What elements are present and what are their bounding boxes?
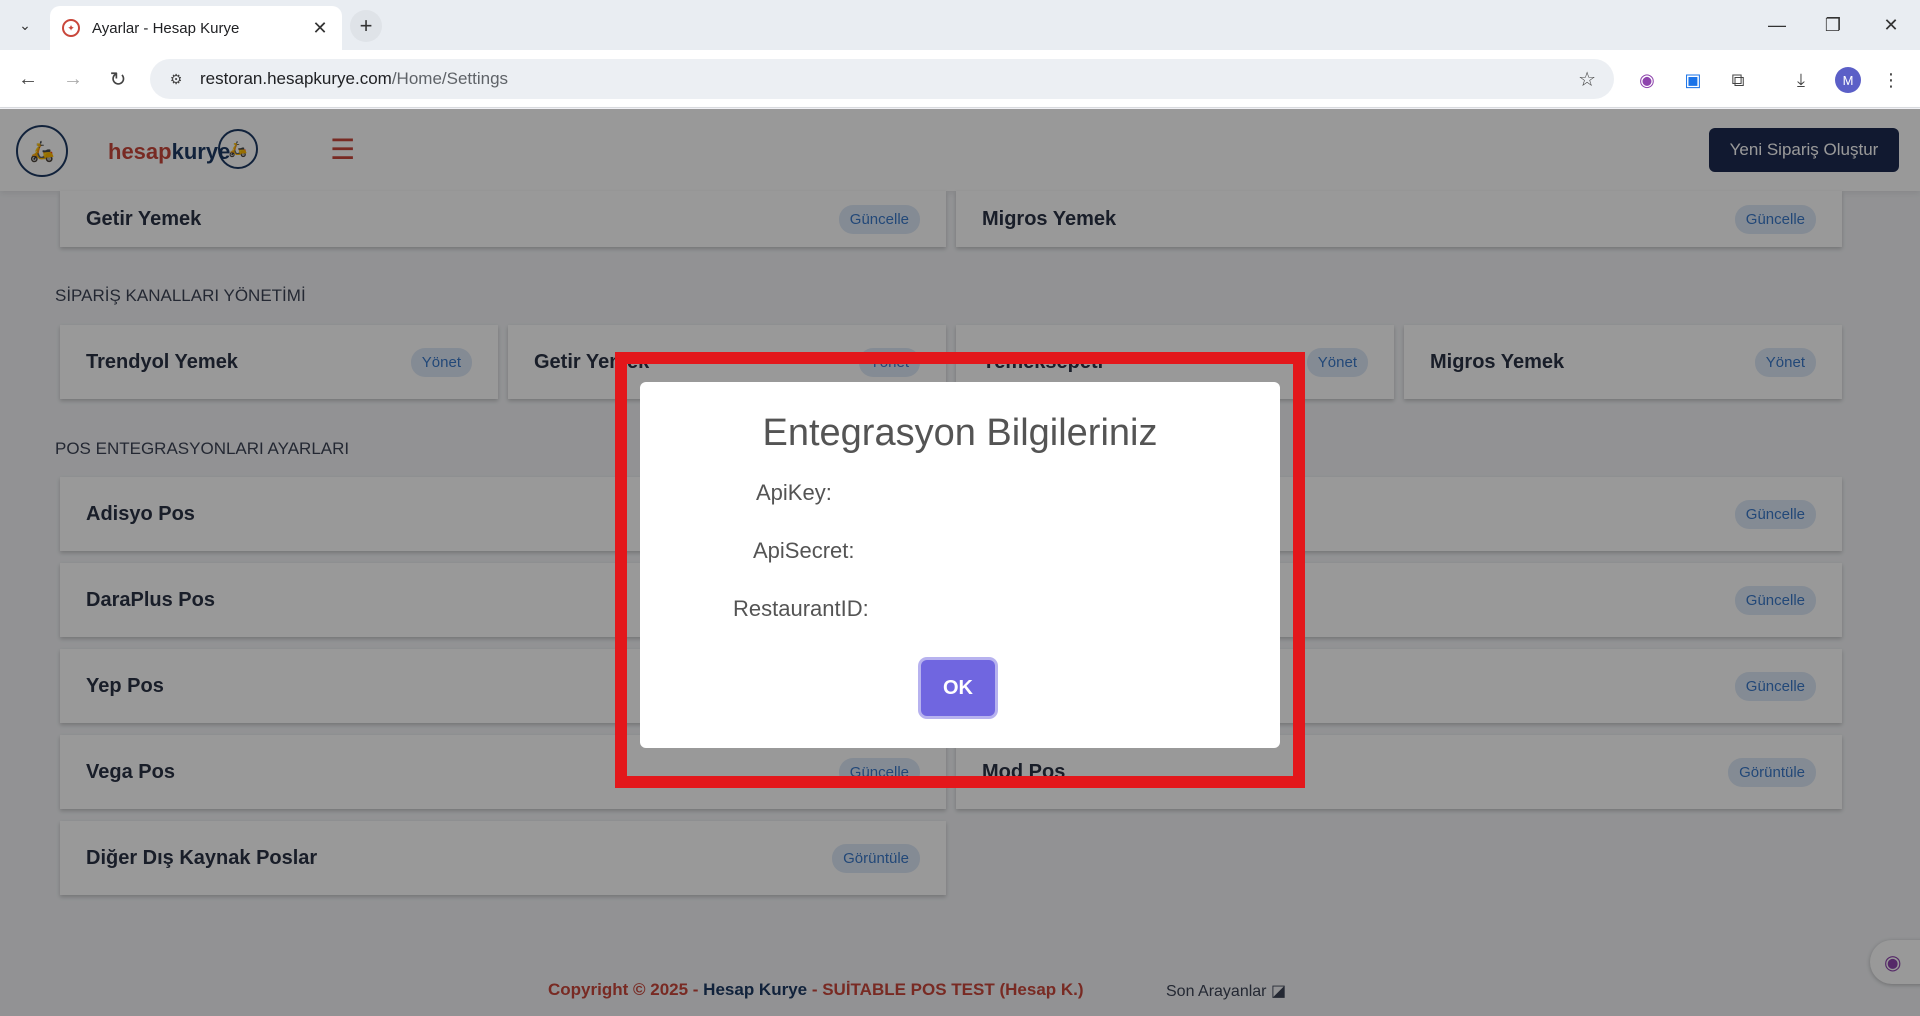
forward-icon[interactable]: → <box>57 63 89 95</box>
tab-search-icon[interactable]: ⌄ <box>12 12 38 38</box>
new-tab-button[interactable]: + <box>350 10 382 42</box>
ok-button[interactable]: OK <box>921 660 995 716</box>
url-path: /Home/Settings <box>391 69 509 88</box>
address-bar[interactable]: ⚙ restoran.hesapkurye.com /Home/Settings… <box>150 59 1614 99</box>
bookmark-star-icon[interactable]: ☆ <box>1578 67 1596 92</box>
tab-title: Ayarlar - Hesap Kurye <box>92 19 240 37</box>
restaurant-id-label: RestaurantID: <box>733 596 869 621</box>
screen-capture-icon[interactable]: ▣ <box>1680 67 1706 93</box>
reload-icon[interactable]: ↻ <box>102 63 134 95</box>
back-icon[interactable]: ← <box>12 63 44 95</box>
close-tab-icon[interactable]: ✕ <box>310 18 330 39</box>
api-key-label: ApiKey: <box>756 480 832 505</box>
browser-tab[interactable]: ✦ Ayarlar - Hesap Kurye ✕ <box>50 6 342 50</box>
browser-toolbar: ← → ↻ ⚙ restoran.hesapkurye.com /Home/Se… <box>0 50 1920 108</box>
download-icon[interactable]: ⤓ <box>1788 67 1814 93</box>
browser-tab-strip: ⌄ ✦ Ayarlar - Hesap Kurye ✕ + — ❐ ✕ <box>0 0 1920 50</box>
browser-menu-icon[interactable]: ⋮ <box>1878 67 1904 93</box>
api-secret-label: ApiSecret: <box>753 538 855 563</box>
extension-brain-icon[interactable]: ◉ <box>1634 67 1660 93</box>
profile-avatar[interactable]: M <box>1835 67 1861 93</box>
integration-modal: Entegrasyon Bilgileriniz ApiKey: ApiSecr… <box>640 382 1280 748</box>
restore-icon[interactable]: ❐ <box>1810 8 1856 42</box>
minimize-icon[interactable]: — <box>1754 8 1800 42</box>
modal-title: Entegrasyon Bilgileriniz <box>762 412 1158 454</box>
favicon-icon: ✦ <box>62 19 80 37</box>
url-host: restoran.hesapkurye.com <box>200 69 392 88</box>
site-info-icon[interactable]: ⚙ <box>164 67 188 91</box>
extensions-puzzle-icon[interactable]: ⧉ <box>1725 67 1751 93</box>
close-window-icon[interactable]: ✕ <box>1868 8 1914 42</box>
